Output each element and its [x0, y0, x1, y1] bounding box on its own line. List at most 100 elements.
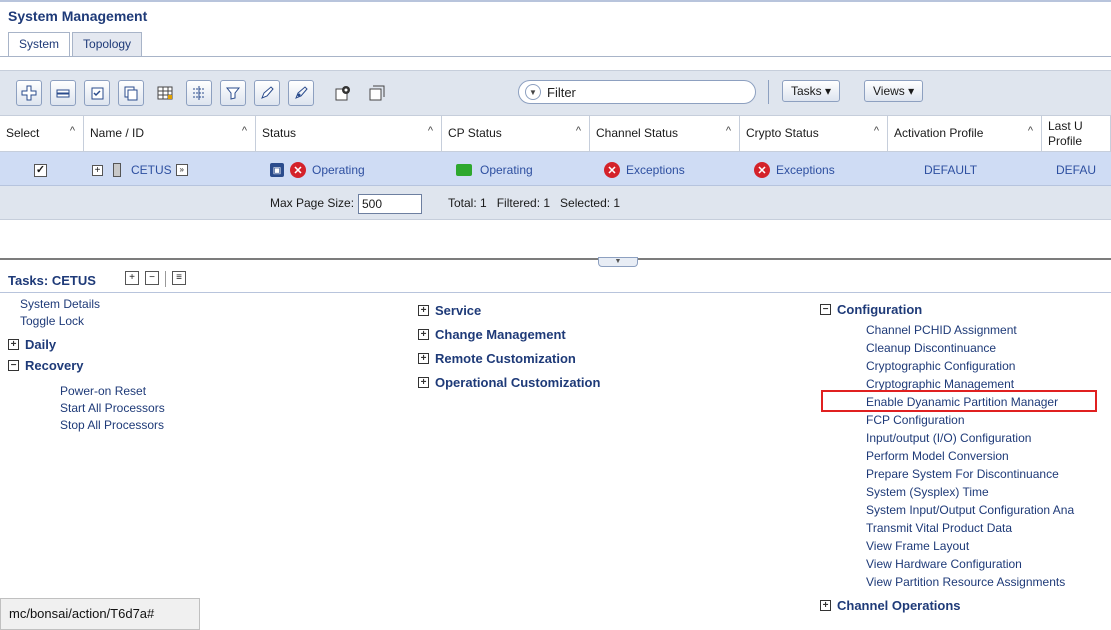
splitter-handle[interactable]: ▼ — [598, 257, 638, 267]
expand-icon[interactable]: + — [418, 352, 429, 364]
toolbar-separator — [768, 80, 769, 104]
task-view-hardware-configuration[interactable]: View Hardware Configuration — [866, 555, 1074, 573]
server-icon — [113, 163, 121, 177]
expand-icon[interactable]: + — [418, 328, 429, 340]
group-operational-customization[interactable]: + Operational Customization — [418, 370, 600, 394]
app-title: System Management — [8, 8, 148, 24]
filter-icon[interactable] — [220, 80, 246, 106]
col-crypto-status[interactable]: Crypto Status ^ — [740, 116, 888, 152]
row-select-checkbox[interactable]: ✓ — [34, 160, 47, 180]
sort-icon[interactable]: ^ — [242, 125, 247, 137]
task-start-all-processors[interactable]: Start All Processors — [60, 400, 165, 417]
task-toggle-lock[interactable]: Toggle Lock — [20, 312, 100, 330]
error-icon: ✕ — [604, 162, 620, 178]
task-prepare-system-for-discontinuance[interactable]: Prepare System For Discontinuance — [866, 465, 1074, 483]
col-name[interactable]: Name / ID ^ — [84, 116, 256, 152]
task-system-details[interactable]: System Details — [20, 296, 100, 312]
task-view-partition-resource-assignments[interactable]: View Partition Resource Assignments — [866, 573, 1074, 591]
row-name-cell[interactable]: + CETUS » — [92, 160, 188, 180]
task-view-frame-layout[interactable]: View Frame Layout — [866, 537, 1074, 555]
task-fcp-configuration[interactable]: FCP Configuration — [866, 411, 1074, 429]
collapse-all-icon[interactable]: − — [145, 271, 159, 285]
task-power-on-reset[interactable]: Power-on Reset — [60, 383, 165, 400]
columns-icon[interactable] — [186, 80, 212, 106]
operating-icon — [456, 164, 472, 176]
add-icon[interactable] — [16, 80, 42, 106]
sort-icon[interactable]: ^ — [70, 125, 75, 137]
col-status[interactable]: Status ^ — [256, 116, 442, 152]
details-icon[interactable] — [364, 80, 390, 106]
panel-splitter[interactable] — [0, 258, 1111, 260]
col-select[interactable]: Select ^ — [0, 116, 84, 152]
sort-icon[interactable]: ^ — [874, 125, 879, 137]
tasks-title: Tasks: CETUS — [8, 273, 96, 288]
remove-icon[interactable] — [50, 80, 76, 106]
pen-icon[interactable] — [288, 80, 314, 106]
error-icon: ✕ — [754, 162, 770, 178]
config-icon[interactable] — [330, 80, 356, 106]
expand-icon[interactable]: + — [418, 304, 429, 316]
group-daily[interactable]: + Daily — [8, 334, 84, 354]
task-perform-model-conversion[interactable]: Perform Model Conversion — [866, 447, 1074, 465]
launch-icon[interactable]: » — [175, 164, 188, 176]
row-crypto-status-cell: ✕ Exceptions — [754, 160, 835, 180]
group-service[interactable]: + Service — [418, 298, 600, 322]
sort-icon[interactable]: ^ — [576, 125, 581, 137]
row-cp-status-cell: Operating — [456, 160, 533, 180]
expand-icon[interactable]: + — [92, 164, 103, 176]
group-change-management[interactable]: + Change Management — [418, 322, 600, 346]
tasks-column-3: − Configuration — [820, 298, 922, 320]
system-name-link[interactable]: CETUS — [131, 163, 172, 177]
sort-icon[interactable]: ^ — [726, 125, 731, 137]
group-remote-customization[interactable]: + Remote Customization — [418, 346, 600, 370]
row-last-profile-cell: DEFAU — [1056, 163, 1097, 177]
table-summary: Total: 1 Filtered: 1 Selected: 1 — [448, 196, 621, 210]
tasks-menu-button[interactable]: Tasks ▾ — [782, 80, 841, 102]
tab-system[interactable]: System — [8, 32, 71, 56]
max-page-size-input[interactable]: 500 — [358, 194, 422, 214]
row-channel-status-cell: ✕ Exceptions — [604, 160, 685, 180]
filter-box[interactable]: ▼ Filter — [518, 80, 756, 104]
group-channel-operations[interactable]: + Channel Operations — [820, 594, 961, 616]
sort-icon[interactable]: ^ — [428, 125, 433, 137]
filter-input[interactable]: Filter — [547, 85, 576, 100]
task-cleanup-discontinuance[interactable]: Cleanup Discontinuance — [866, 339, 1074, 357]
filter-dropdown-icon[interactable]: ▼ — [525, 84, 541, 100]
row-status-cell: ▣ ✕ Operating — [270, 160, 365, 180]
status-bar-url: mc/bonsai/action/T6d7a# — [0, 598, 200, 630]
expand-icon[interactable]: + — [820, 599, 831, 611]
edit-icon[interactable] — [254, 80, 280, 106]
copy-icon[interactable] — [118, 80, 144, 106]
table-icon[interactable] — [152, 80, 178, 106]
task-system-io-configuration-analyzer[interactable]: System Input/Output Configuration Ana — [866, 501, 1074, 519]
expand-icon[interactable]: + — [8, 338, 19, 350]
error-icon: ✕ — [290, 162, 306, 178]
sort-icon[interactable]: ^ — [1028, 125, 1033, 137]
col-channel-status[interactable]: Channel Status ^ — [590, 116, 740, 152]
group-configuration[interactable]: − Configuration — [820, 298, 922, 320]
row-activation-profile-cell: DEFAULT — [924, 163, 978, 177]
tasks-column-2: + Service + Change Management + Remote Cust… — [418, 298, 600, 394]
list-view-icon[interactable]: ≡ — [172, 271, 186, 285]
col-last-used-profile[interactable]: Last U Profile — [1042, 116, 1111, 152]
expand-icon[interactable]: + — [418, 376, 429, 388]
task-stop-all-processors[interactable]: Stop All Processors — [60, 417, 165, 434]
group-recovery[interactable]: − Recovery — [8, 354, 84, 376]
tab-topology[interactable]: Topology — [72, 32, 143, 56]
views-menu-button[interactable]: Views ▾ — [864, 80, 924, 102]
collapse-icon[interactable]: − — [8, 359, 19, 371]
task-system-sysplex-time[interactable]: System (Sysplex) Time — [866, 483, 1074, 501]
task-io-configuration[interactable]: Input/output (I/O) Configuration — [866, 429, 1074, 447]
task-transmit-vital-product-data[interactable]: Transmit Vital Product Data — [866, 519, 1074, 537]
max-page-label: Max Page Size: — [270, 196, 355, 210]
tasks-pane-icons: + − ≡ — [125, 271, 186, 287]
details-icon[interactable]: ▣ — [270, 163, 284, 177]
collapse-icon[interactable]: − — [820, 303, 831, 315]
select-all-icon[interactable] — [84, 80, 110, 106]
col-cp-status[interactable]: CP Status ^ — [442, 116, 590, 152]
col-activation-profile[interactable]: Activation Profile ^ — [888, 116, 1042, 152]
task-channel-pchid-assignment[interactable]: Channel PCHID Assignment — [866, 321, 1074, 339]
expand-all-icon[interactable]: + — [125, 271, 139, 285]
task-cryptographic-configuration[interactable]: Cryptographic Configuration — [866, 357, 1074, 375]
highlight-box — [821, 390, 1097, 412]
